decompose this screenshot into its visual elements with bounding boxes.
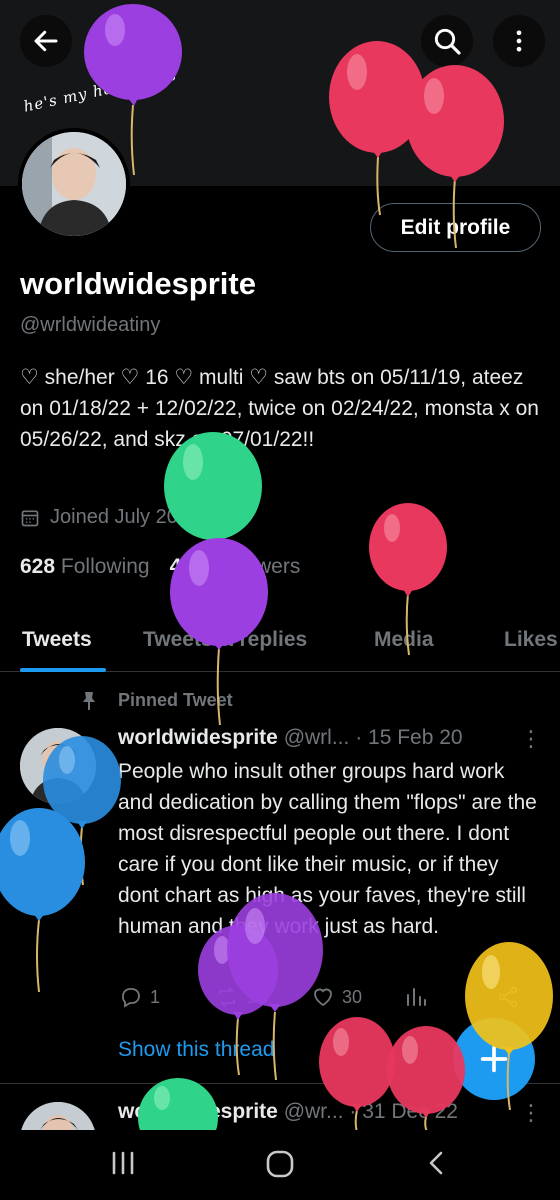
like-button[interactable]: 30 bbox=[310, 985, 362, 1009]
retweet-button[interactable]: 16 bbox=[214, 985, 266, 1009]
home-icon bbox=[266, 1150, 294, 1178]
chevron-left-icon bbox=[429, 1151, 443, 1175]
tweet-more-icon[interactable]: ⋮ bbox=[520, 1100, 542, 1126]
display-name: worldwidesprite bbox=[20, 266, 256, 301]
heart-icon bbox=[314, 988, 332, 1007]
analytics-button[interactable] bbox=[404, 985, 428, 1009]
system-back-button[interactable] bbox=[422, 1148, 452, 1183]
balloon bbox=[0, 808, 85, 993]
following-count: 628 bbox=[20, 555, 56, 578]
follow-stats: 628 Following 427 Followers bbox=[20, 555, 300, 579]
profile-bio: ♡ she/her ♡ 16 ♡ multi ♡ saw bts on 05/1… bbox=[20, 366, 539, 451]
more-vertical-icon bbox=[516, 30, 522, 52]
back-button[interactable] bbox=[20, 15, 72, 67]
recent-apps-icon bbox=[112, 1151, 134, 1175]
calendar-icon bbox=[21, 509, 39, 526]
avatar-image bbox=[22, 132, 126, 236]
tweet-header: worldwidesprite @wr... · 31 Dec 22 bbox=[118, 1100, 458, 1124]
recent-apps-button[interactable] bbox=[108, 1148, 138, 1183]
tweet-author[interactable]: worldwidesprite bbox=[118, 1100, 278, 1123]
tab-tweets-replies[interactable]: Tweets & replies bbox=[143, 628, 307, 652]
analytics-icon bbox=[407, 988, 426, 1006]
user-handle: @wrldwideatiny bbox=[20, 314, 161, 336]
pinned-text: Pinned Tweet bbox=[118, 690, 233, 710]
share-button[interactable] bbox=[496, 985, 520, 1009]
joined-text: Joined July 2019 bbox=[50, 506, 201, 528]
profile-tabs: Tweets Tweets & replies Media Likes bbox=[0, 610, 560, 672]
pinned-tweet-label: Pinned Tweet bbox=[80, 690, 233, 711]
tab-media[interactable]: Media bbox=[374, 628, 434, 652]
tweet-text: People who insult other groups hard work… bbox=[118, 760, 537, 938]
following-label: Following bbox=[60, 555, 150, 578]
reply-button[interactable]: 1 bbox=[118, 985, 160, 1009]
followers-link[interactable]: 427 Followers bbox=[170, 555, 301, 579]
followers-count: 427 bbox=[169, 555, 205, 578]
retweet-icon bbox=[219, 987, 235, 1007]
tweet-date: · 15 Feb 20 bbox=[355, 726, 463, 749]
tweet-handle: @wrl... bbox=[283, 726, 350, 749]
retweet-count: 16 bbox=[246, 986, 267, 1007]
tweet-handle: @wr... bbox=[283, 1100, 344, 1123]
tweet-more-icon[interactable]: ⋮ bbox=[520, 726, 542, 752]
followers-label: Followers bbox=[210, 555, 301, 578]
plus-icon bbox=[480, 1045, 508, 1073]
search-button[interactable] bbox=[421, 15, 473, 67]
profile-avatar[interactable] bbox=[18, 128, 130, 240]
edit-profile-button[interactable]: Edit profile bbox=[370, 203, 541, 252]
pin-icon bbox=[83, 691, 95, 710]
search-icon bbox=[434, 28, 461, 55]
tweet-author[interactable]: worldwidesprite bbox=[118, 726, 278, 749]
tweet-avatar[interactable] bbox=[20, 728, 96, 804]
share-icon bbox=[498, 986, 518, 1008]
tweet-actions: 1 16 30 bbox=[118, 985, 538, 1015]
reply-count: 1 bbox=[150, 986, 161, 1007]
more-options-button[interactable] bbox=[493, 15, 545, 67]
home-button[interactable] bbox=[264, 1148, 296, 1185]
tweet-header: worldwidesprite @wrl... · 15 Feb 20 bbox=[118, 726, 463, 750]
tab-likes[interactable]: Likes bbox=[504, 628, 558, 652]
system-nav-bar bbox=[0, 1130, 560, 1200]
active-tab-indicator bbox=[20, 668, 106, 672]
following-link[interactable]: 628 Following bbox=[20, 555, 150, 579]
tab-tweets[interactable]: Tweets bbox=[22, 628, 92, 652]
joined-date: Joined July 2019 bbox=[20, 506, 200, 529]
tweet-avatar-image bbox=[20, 728, 96, 804]
compose-tweet-button[interactable] bbox=[453, 1018, 535, 1100]
tweet-date: · 31 Dec 22 bbox=[349, 1100, 458, 1123]
like-count: 30 bbox=[342, 986, 363, 1007]
reply-icon bbox=[122, 988, 140, 1008]
arrow-left-icon bbox=[34, 30, 58, 52]
show-thread-link[interactable]: Show this thread bbox=[118, 1038, 274, 1062]
